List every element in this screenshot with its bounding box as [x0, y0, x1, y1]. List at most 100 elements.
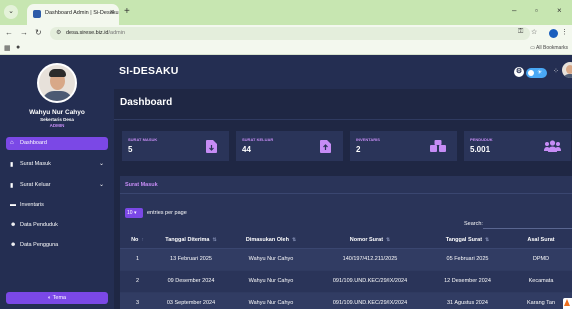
search-label: Search:	[464, 221, 483, 227]
user-name: Wahyu Nur Cahyo	[29, 109, 85, 116]
column-header-tanggal-diterima[interactable]: Tanggal Diterima ⇅	[155, 232, 227, 249]
cell-nomor-surat: 091/109.UND.KEC/29/IX/2024	[315, 292, 425, 309]
site-info-icon[interactable]: ⚙	[56, 29, 61, 36]
stat-card-inventaris[interactable]: INVENTARIS 2	[350, 131, 457, 161]
surat-masuk-table: No ↑ Tanggal Diterima ⇅ Dimasukan Oleh ⇅ No…	[120, 232, 572, 309]
apps-icon[interactable]: ⁘	[553, 67, 559, 75]
minimize-icon[interactable]: –	[512, 6, 516, 15]
cell-dimasukan-oleh: Wahyu Nur Cahyo	[227, 292, 315, 309]
stat-card-surat-keluar[interactable]: SURAT KELUAR 44	[236, 131, 343, 161]
bookmark-star-icon[interactable]: ☆	[531, 28, 537, 36]
file-icon: ▮	[10, 183, 14, 189]
sun-icon: ☀	[537, 70, 543, 76]
cell-tanggal-surat: 05 Februari 2025	[425, 248, 510, 271]
stat-label: SURAT KELUAR	[242, 137, 274, 142]
bookmarks-bar: ▦ ● ▭ All Bookmarks	[0, 42, 572, 55]
users-icon: ☻	[10, 242, 17, 248]
stat-value: 5	[128, 145, 133, 154]
file-download-icon	[206, 140, 217, 153]
apps-grid-icon[interactable]: ▦	[4, 44, 11, 52]
home-icon: ⌂	[10, 140, 14, 146]
forward-icon[interactable]: →	[20, 28, 28, 37]
theme-toggle[interactable]: ☀	[526, 68, 547, 78]
stat-card-penduduk[interactable]: PENDUDUK 5.001	[464, 131, 571, 161]
close-window-icon[interactable]: ×	[557, 6, 562, 15]
all-bookmarks-button[interactable]: ▭ All Bookmarks	[530, 45, 568, 51]
chevron-down-icon: ⌄	[98, 161, 104, 167]
cell-tanggal-diterima: 03 September 2024	[155, 292, 227, 309]
column-header-no[interactable]: No ↑	[120, 232, 155, 249]
chevron-down-icon: ⌄	[98, 182, 104, 188]
scroll-to-top-button[interactable]	[563, 298, 572, 309]
cell-nomor-surat: 091/109.UND.KEC/29/IX/2024	[315, 270, 425, 293]
maximize-icon[interactable]: ▫	[535, 6, 538, 15]
column-header-tanggal-surat[interactable]: Tanggal Surat ⇅	[425, 232, 510, 249]
sidebar-item-label: Surat Keluar	[20, 182, 51, 188]
cell-asal-surat: Kecamata	[510, 270, 572, 293]
cell-no: 2	[120, 270, 155, 293]
profile-icon[interactable]	[549, 29, 558, 38]
column-header-nomor-surat[interactable]: Nomor Surat ⇅	[315, 232, 425, 249]
column-header-dimasukan-oleh[interactable]: Dimasukan Oleh ⇅	[227, 232, 315, 249]
cell-asal-surat: DPMD	[510, 248, 572, 271]
sidebar-item-label: Surat Masuk	[20, 161, 51, 167]
sidebar-item-surat-keluar[interactable]: ▮ Surat Keluar ⌄	[6, 179, 108, 192]
user-badge: ADMIN	[49, 123, 65, 128]
cell-tanggal-diterima: 09 Desember 2024	[155, 270, 227, 293]
stat-label: INVENTARIS	[356, 137, 380, 142]
cell-tanggal-surat: 12 Desember 2024	[425, 270, 510, 293]
sidebar-item-label: Inventaris	[20, 202, 44, 208]
truck-icon: ▬	[10, 202, 16, 208]
table-row[interactable]: 1 13 Februari 2025 Wahyu Nur Cahyo 140/1…	[120, 248, 572, 271]
theme-button[interactable]: ◐ Tema	[6, 292, 108, 304]
sort-asc-icon: ↑	[141, 236, 144, 243]
sidebar-item-data-pengguna[interactable]: ☻ Data Pengguna	[6, 239, 108, 252]
sidebar-item-label: Data Pengguna	[20, 242, 59, 248]
column-header-asal-surat[interactable]: Asal Surat	[510, 232, 572, 249]
stat-value: 44	[242, 145, 251, 154]
back-icon[interactable]: ←	[5, 28, 13, 37]
table-header-row: No ↑ Tanggal Diterima ⇅ Dimasukan Oleh ⇅ No…	[120, 232, 572, 249]
stat-value: 2	[356, 145, 361, 154]
reload-icon[interactable]: ↻	[35, 28, 42, 37]
table-row[interactable]: 3 03 September 2024 Wahyu Nur Cahyo 091/…	[120, 292, 572, 309]
sidebar-item-dashboard[interactable]: ⌂ Dashboard	[6, 137, 108, 150]
new-tab-icon[interactable]: +	[124, 6, 130, 17]
divider	[114, 119, 572, 120]
sidebar-item-data-penduduk[interactable]: ☻ Data Penduduk	[6, 219, 108, 232]
tab-search-icon[interactable]: ⌄	[4, 5, 18, 19]
tab-title: Dashboard Admin | Si-Desaku	[45, 10, 119, 16]
cell-tanggal-diterima: 13 Februari 2025	[155, 248, 227, 271]
cell-tanggal-surat: 31 Agustus 2024	[425, 292, 510, 309]
cell-dimasukan-oleh: Wahyu Nur Cahyo	[227, 270, 315, 293]
sort-icon: ⇅	[386, 236, 391, 243]
chrome-menu-icon[interactable]: ⋮	[561, 28, 568, 36]
stat-card-surat-masuk[interactable]: SURAT MASUK 5	[122, 131, 229, 161]
stat-label: PENDUDUK	[470, 137, 493, 142]
users-icon: ☻	[10, 222, 17, 228]
panel-title: Surat Masuk	[125, 182, 158, 188]
users-icon	[544, 140, 561, 152]
gear-icon[interactable]: ⚙	[514, 67, 524, 77]
header-avatar[interactable]	[562, 62, 572, 78]
entries-per-page-select[interactable]: 10 ▾	[125, 208, 143, 218]
entries-per-page-label: entries per page	[147, 210, 187, 216]
user-avatar	[37, 63, 77, 103]
site-favicon-icon	[33, 10, 41, 18]
sort-icon: ⇅	[485, 236, 490, 243]
bookmark-site-icon[interactable]: ●	[16, 44, 20, 51]
url-field[interactable]: ⚙ desa.sirese.biz.id/admin	[50, 27, 530, 40]
password-key-icon[interactable]: ⚿	[518, 28, 523, 36]
panel-header: Surat Masuk	[120, 176, 572, 194]
main-content: Dashboard SURAT MASUK 5 SURAT KELUAR 44 …	[114, 89, 572, 309]
url-text: desa.sirese.biz.id/admin	[66, 30, 126, 36]
sidebar-item-surat-masuk[interactable]: ▮ Surat Masuk ⌄	[6, 158, 108, 171]
close-tab-icon[interactable]: ×	[110, 9, 114, 16]
arrow-up-icon	[564, 299, 570, 306]
sidebar-item-inventaris[interactable]: ▬ Inventaris	[6, 199, 108, 212]
search-input[interactable]	[483, 219, 572, 229]
file-upload-icon	[320, 140, 331, 153]
browser-tab[interactable]: Dashboard Admin | Si-Desaku ×	[27, 4, 119, 25]
table-row[interactable]: 2 09 Desember 2024 Wahyu Nur Cahyo 091/1…	[120, 270, 572, 293]
cell-no: 3	[120, 292, 155, 309]
